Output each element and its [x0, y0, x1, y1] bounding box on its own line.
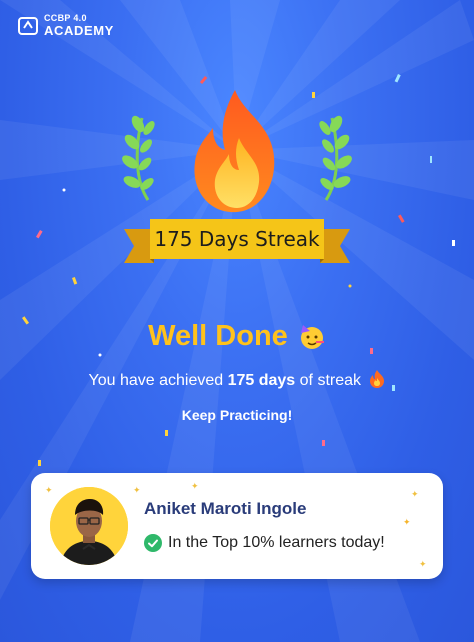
fire-emoji: [370, 370, 385, 388]
user-photo: [50, 487, 128, 565]
achievement-row: In the Top 10% learners today!: [144, 534, 385, 552]
party-face-emoji: [300, 325, 324, 350]
sparkle-icon: ✦: [133, 485, 141, 495]
sparkle-icon: ✦: [191, 481, 199, 491]
sparkle-icon: ✦: [45, 485, 53, 495]
sparkle-icon: ✦: [411, 489, 419, 499]
check-circle-icon: [144, 534, 162, 552]
user-card: Aniket Maroti Ingole In the Top 10% lear…: [31, 473, 443, 579]
keep-practicing-text: Keep Practicing!: [181, 407, 293, 423]
message-highlight: 175 days: [227, 372, 296, 389]
message-prefix: You have achieved: [88, 372, 228, 389]
laurel-icon: [319, 115, 352, 201]
sparkle-icon: ✦: [403, 517, 411, 527]
user-name: Aniket Maroti Ingole: [144, 499, 307, 518]
logo-icon: [18, 16, 38, 35]
headline-text: Well Done: [148, 320, 288, 352]
brand-logo[interactable]: CCBP 4.0 ACADEMY: [18, 14, 114, 37]
streak-card: CCBP 4.0 ACADEMY 175 Days Streak Well Do…: [0, 0, 474, 642]
avatar: [50, 487, 128, 565]
brand-line-1: CCBP 4.0: [44, 13, 87, 23]
sparkle-icon: ✦: [419, 559, 427, 569]
achievement-text: In the Top 10% learners today!: [168, 534, 385, 551]
brand-line-2: ACADEMY: [44, 23, 114, 38]
laurel-icon: [122, 115, 155, 201]
streak-label: 175 Days Streak: [154, 227, 320, 251]
well-done-heading: Well Done: [0, 320, 474, 353]
streak-message: You have achieved 175 days of streak: [0, 370, 474, 390]
fire-icon: [194, 90, 275, 213]
message-suffix: of streak: [295, 372, 362, 389]
